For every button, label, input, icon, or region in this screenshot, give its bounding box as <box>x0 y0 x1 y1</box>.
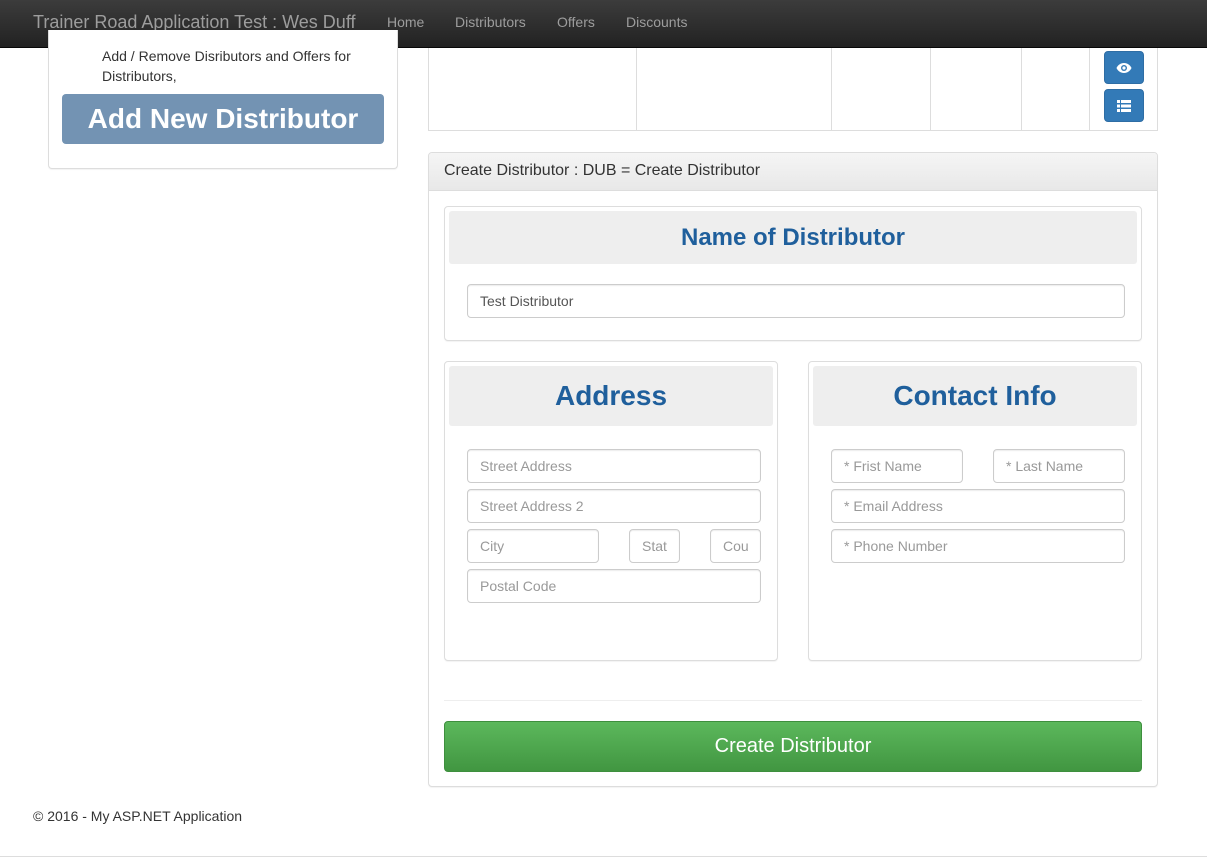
address-section-title: Address <box>449 366 773 426</box>
eye-icon <box>1116 62 1132 73</box>
create-distributor-panel: Create Distributor : DUB = Create Distri… <box>428 152 1158 787</box>
nav-link-discounts[interactable]: Discounts <box>626 14 687 30</box>
panel-heading: Create Distributor : DUB = Create Distri… <box>429 153 1157 191</box>
list-icon <box>1117 99 1131 112</box>
sidebar-panel: Add / Remove Disributors and Offers for … <box>48 30 398 169</box>
view-button[interactable] <box>1104 51 1144 84</box>
address-section: Address Street Address Street Address 2 … <box>444 361 778 661</box>
last-name-input[interactable]: * Last Name <box>993 449 1125 483</box>
table-column-divider <box>1089 48 1090 130</box>
list-button[interactable] <box>1104 89 1144 122</box>
footer-divider <box>0 856 1207 857</box>
street-address-input[interactable]: Street Address <box>467 449 761 483</box>
state-input[interactable]: Stat <box>629 529 680 563</box>
table-column-divider <box>831 48 832 130</box>
phone-input[interactable]: * Phone Number <box>831 529 1125 563</box>
contact-section-title: Contact Info <box>813 366 1137 426</box>
create-distributor-button[interactable]: Create Distributor <box>444 721 1142 772</box>
nav-link-offers[interactable]: Offers <box>557 14 595 30</box>
add-new-distributor-button[interactable]: Add New Distributor <box>62 94 384 144</box>
city-input[interactable]: City <box>467 529 599 563</box>
table-column-divider <box>636 48 637 130</box>
name-section-title: Name of Distributor <box>449 211 1137 264</box>
postal-code-input[interactable]: Postal Code <box>467 569 761 603</box>
street-address-2-input[interactable]: Street Address 2 <box>467 489 761 523</box>
distributor-name-input[interactable]: Test Distributor <box>467 284 1125 318</box>
nav-link-distributors[interactable]: Distributors <box>455 14 526 30</box>
first-name-input[interactable]: * Frist Name <box>831 449 963 483</box>
footer-copyright: © 2016 - My ASP.NET Application <box>33 808 243 824</box>
sidebar-description: Add / Remove Disributors and Offers for … <box>102 48 351 84</box>
contact-section: Contact Info * Frist Name * Last Name * … <box>808 361 1142 661</box>
form-divider <box>444 700 1142 701</box>
email-input[interactable]: * Email Address <box>831 489 1125 523</box>
distributor-table <box>428 48 1158 131</box>
nav-link-home[interactable]: Home <box>387 14 424 30</box>
table-column-divider <box>930 48 931 130</box>
country-input[interactable]: Cou <box>710 529 761 563</box>
name-section: Name of Distributor Test Distributor <box>444 206 1142 341</box>
table-column-divider <box>1021 48 1022 130</box>
